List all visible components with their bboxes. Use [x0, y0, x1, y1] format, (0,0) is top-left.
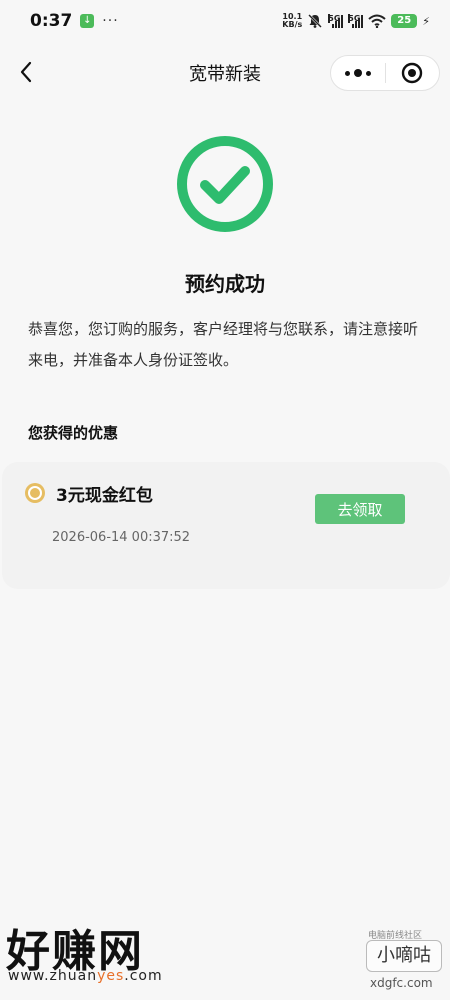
status-time: 0:37 — [30, 11, 73, 31]
status-bar: 0:37 ↓ ··· 10.1 KB/s 5G 5G 25 ⚡ — [0, 0, 450, 42]
coupon-name: 3元现金红包 — [56, 486, 153, 506]
close-mini-program-button[interactable] — [385, 56, 439, 90]
more-button[interactable] — [331, 56, 385, 90]
watermark-url-highlight: yes — [97, 968, 125, 984]
main-content: 预约成功 恭喜您，您订购的服务，客户经理将与您联系，请注意接听来电，并准备本人身… — [0, 102, 450, 1000]
record-icon — [402, 62, 423, 84]
signal-icon: 5G — [328, 14, 344, 28]
result-title: 预约成功 — [185, 272, 265, 296]
watermark-url-left: www.zhuanyes.com — [8, 968, 163, 984]
wifi-icon — [368, 14, 386, 28]
download-icon: ↓ — [80, 14, 95, 28]
status-left: 0:37 ↓ ··· — [30, 11, 119, 31]
check-circle-icon — [177, 136, 273, 232]
net-speed: 10.1 KB/s — [282, 13, 302, 29]
more-icon — [344, 69, 371, 77]
watermark-url-part: .com — [124, 968, 163, 984]
coupon-icon — [25, 483, 45, 503]
coupon-card: 3元现金红包 2026-06-14 00:37:52 去领取 — [2, 462, 450, 589]
mini-program-capsule — [330, 55, 440, 91]
mute-icon — [308, 14, 323, 28]
result-description: 恭喜您，您订购的服务，客户经理将与您联系，请注意接听来电，并准备本人身份证签收。 — [28, 320, 419, 369]
network-type-1: 5G — [328, 14, 341, 23]
network-type-2: 5G — [348, 14, 361, 23]
nav-bar: 宽带新装 — [0, 42, 450, 102]
watermark-logo-right: 小嘀咕 — [366, 940, 442, 972]
notification-more-icon: ··· — [102, 13, 119, 29]
status-right: 10.1 KB/s 5G 5G 25 ⚡ — [282, 13, 430, 29]
claim-button[interactable]: 去领取 — [315, 494, 405, 524]
watermark-url-right: xdgfc.com — [370, 976, 433, 990]
charging-icon: ⚡ — [422, 14, 430, 28]
signal-icon: 5G — [348, 14, 364, 28]
offers-section-title: 您获得的优惠 — [28, 424, 119, 442]
watermark-url-part: www.zhuan — [8, 968, 98, 984]
coupon-time: 2026-06-14 00:37:52 — [52, 530, 191, 545]
net-speed-unit: KB/s — [282, 20, 303, 29]
battery-icon: 25 — [391, 14, 418, 28]
